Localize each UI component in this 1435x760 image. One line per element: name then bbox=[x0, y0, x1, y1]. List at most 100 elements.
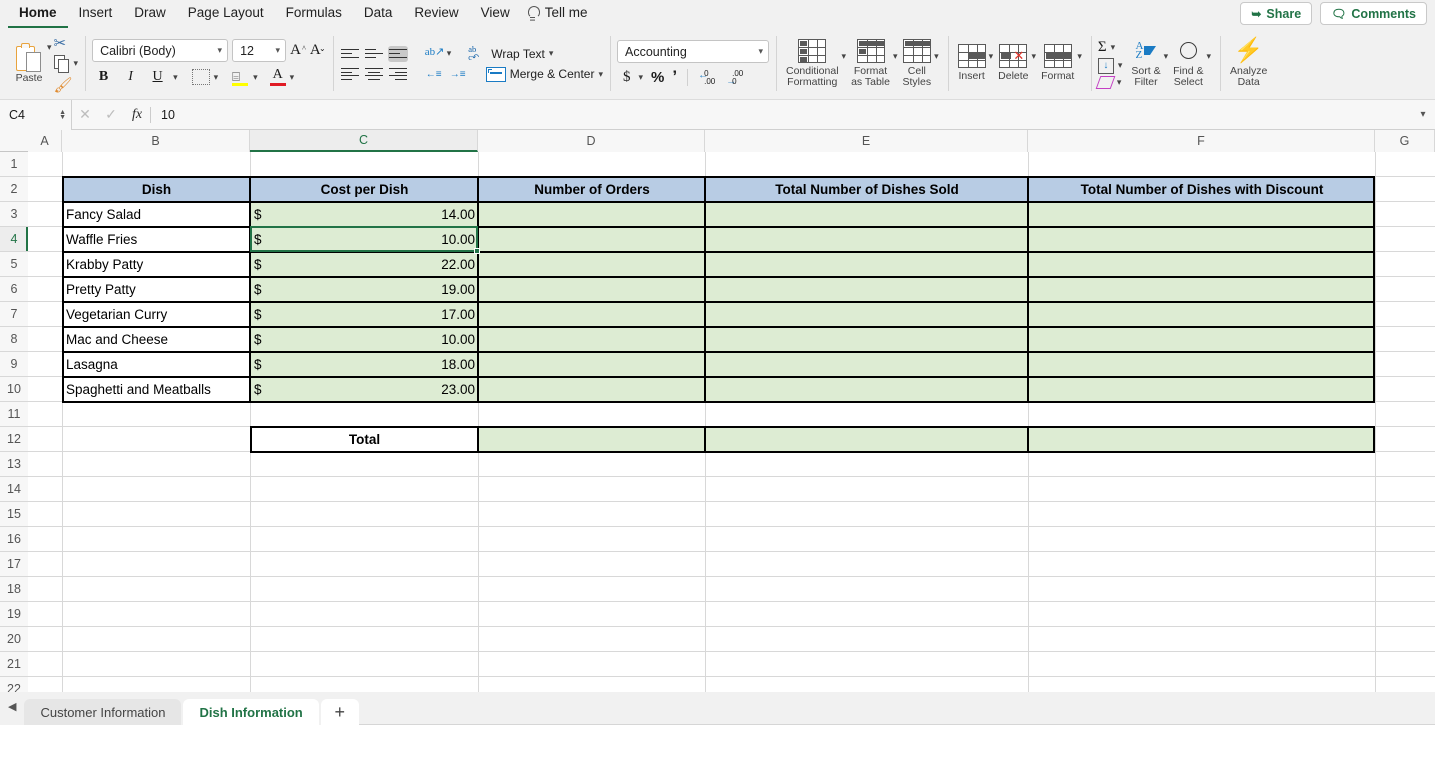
sort-filter-dropdown-icon[interactable]: ▾ bbox=[1164, 52, 1169, 61]
cell-d12-total-orders[interactable] bbox=[479, 427, 705, 451]
cell-f8-discount[interactable] bbox=[1029, 327, 1375, 351]
row-header-20[interactable]: 20 bbox=[0, 627, 28, 652]
underline-dropdown-icon[interactable]: ▾ bbox=[173, 72, 178, 82]
column-header-e[interactable]: E bbox=[705, 130, 1028, 152]
cell-f2-discount-header[interactable]: Total Number of Dishes with Discount bbox=[1029, 177, 1375, 201]
formula-input[interactable]: 10 bbox=[151, 108, 1411, 122]
cell-e6-sold[interactable] bbox=[706, 277, 1028, 301]
cell-e7-sold[interactable] bbox=[706, 302, 1028, 326]
italic-button[interactable]: I bbox=[119, 66, 142, 88]
cell-b2-dish-header[interactable]: Dish bbox=[63, 177, 250, 201]
expand-formula-bar-icon[interactable]: ▾ bbox=[1411, 109, 1435, 120]
analyze-data-button[interactable]: ⚡ Analyze Data bbox=[1227, 28, 1270, 99]
cell-e4-sold[interactable] bbox=[706, 227, 1028, 251]
horizontal-scrollbar[interactable] bbox=[0, 724, 1435, 725]
row-header-5[interactable]: 5 bbox=[0, 252, 28, 277]
row-header-21[interactable]: 21 bbox=[0, 652, 28, 677]
cell-styles-dropdown-icon[interactable]: ▾ bbox=[934, 52, 939, 61]
cell-f6-discount[interactable] bbox=[1029, 277, 1375, 301]
row-header-8[interactable]: 8 bbox=[0, 327, 28, 352]
align-right-button[interactable] bbox=[388, 66, 408, 82]
ribbon-tab-data[interactable]: Data bbox=[353, 0, 404, 28]
fill-color-icon[interactable]: ⌸ bbox=[232, 68, 249, 86]
cell-e2-sold-header[interactable]: Total Number of Dishes Sold bbox=[706, 177, 1028, 201]
cell-d3-orders[interactable] bbox=[479, 202, 705, 226]
cell-d6-orders[interactable] bbox=[479, 277, 705, 301]
cell-e9-sold[interactable] bbox=[706, 352, 1028, 376]
ribbon-tab-home[interactable]: Home bbox=[8, 0, 68, 28]
ribbon-tab-view[interactable]: View bbox=[470, 0, 521, 28]
orientation-icon[interactable]: ab↗ bbox=[425, 45, 445, 62]
merge-center-dropdown-icon[interactable]: ▾ bbox=[598, 69, 603, 79]
row-header-6[interactable]: 6 bbox=[0, 277, 28, 302]
cell-c12-total-label[interactable]: Total bbox=[251, 427, 478, 451]
decrease-indent-button[interactable]: ←≡ bbox=[425, 66, 445, 82]
cell-e10-sold[interactable] bbox=[706, 377, 1028, 401]
row-header-14[interactable]: 14 bbox=[0, 477, 28, 502]
row-header-7[interactable]: 7 bbox=[0, 302, 28, 327]
autosum-icon[interactable]: Σ bbox=[1098, 39, 1107, 56]
cell-f3-discount[interactable] bbox=[1029, 202, 1375, 226]
fill-icon[interactable]: ↓ bbox=[1097, 57, 1114, 74]
cell-c7-cost[interactable]: $17.00 bbox=[251, 302, 478, 326]
ribbon-tab-review[interactable]: Review bbox=[403, 0, 469, 28]
decrease-decimal-button[interactable]: .00 → 0 bbox=[726, 69, 746, 85]
row-header-10[interactable]: 10 bbox=[0, 377, 28, 402]
cell-f7-discount[interactable] bbox=[1029, 302, 1375, 326]
cell-f5-discount[interactable] bbox=[1029, 252, 1375, 276]
cell-c4-cost[interactable]: $10.00 bbox=[251, 227, 478, 251]
cell-c6-cost[interactable]: $19.00 bbox=[251, 277, 478, 301]
cell-d8-orders[interactable] bbox=[479, 327, 705, 351]
fill-color-dropdown-icon[interactable]: ▾ bbox=[253, 72, 258, 82]
copy-dropdown-icon[interactable]: ▾ bbox=[74, 59, 79, 68]
row-header-9[interactable]: 9 bbox=[0, 352, 28, 377]
sort-filter-button[interactable]: AZ Sort & Filter bbox=[1128, 28, 1163, 99]
row-header-11[interactable]: 11 bbox=[0, 402, 28, 427]
increase-indent-button[interactable]: →≡ bbox=[449, 66, 469, 82]
cell-b5-dish-name[interactable]: Krabby Patty bbox=[63, 252, 250, 276]
bold-button[interactable]: B bbox=[92, 66, 115, 88]
confirm-edit-icon[interactable]: ✓ bbox=[98, 106, 124, 123]
cell-e3-sold[interactable] bbox=[706, 202, 1028, 226]
row-header-15[interactable]: 15 bbox=[0, 502, 28, 527]
row-header-18[interactable]: 18 bbox=[0, 577, 28, 602]
clear-icon[interactable] bbox=[1095, 75, 1116, 89]
row-header-4[interactable]: 4 bbox=[0, 227, 28, 252]
insert-function-icon[interactable]: fx bbox=[124, 107, 150, 123]
increase-font-size-button[interactable]: A ^ bbox=[290, 42, 306, 59]
cell-b4-dish-name[interactable]: Waffle Fries bbox=[63, 227, 250, 251]
autosum-dropdown-icon[interactable]: ▾ bbox=[1111, 42, 1116, 52]
row-header-13[interactable]: 13 bbox=[0, 452, 28, 477]
percent-style-button[interactable]: % bbox=[651, 69, 664, 86]
decrease-font-size-button[interactable]: A ⌄ bbox=[310, 42, 326, 59]
number-format-select[interactable]: Accounting ▾ bbox=[616, 40, 769, 63]
cell-b9-dish-name[interactable]: Lasagna bbox=[63, 352, 250, 376]
share-button[interactable]: ➥ Share bbox=[1240, 2, 1313, 25]
cell-d2-orders-header[interactable]: Number of Orders bbox=[479, 177, 705, 201]
cancel-edit-icon[interactable]: ✕ bbox=[72, 106, 98, 123]
row-header-19[interactable]: 19 bbox=[0, 602, 28, 627]
font-size-select[interactable]: 12 ▾ bbox=[232, 39, 287, 62]
cut-icon[interactable]: ✂ bbox=[54, 34, 67, 52]
align-bottom-button[interactable] bbox=[387, 45, 408, 62]
ribbon-tab-insert[interactable]: Insert bbox=[68, 0, 124, 28]
insert-dropdown-icon[interactable]: ▾ bbox=[989, 52, 994, 61]
format-painter-icon[interactable]: 🖌 bbox=[54, 76, 73, 94]
font-color-dropdown-icon[interactable]: ▾ bbox=[290, 72, 295, 82]
cell-f9-discount[interactable] bbox=[1029, 352, 1375, 376]
cell-d5-orders[interactable] bbox=[479, 252, 705, 276]
underline-button[interactable]: U bbox=[146, 66, 169, 88]
ribbon-tab-page-layout[interactable]: Page Layout bbox=[177, 0, 275, 28]
cell-b7-dish-name[interactable]: Vegetarian Curry bbox=[63, 302, 250, 326]
tell-me-search[interactable]: Tell me bbox=[527, 0, 599, 28]
font-color-icon[interactable]: A bbox=[269, 68, 286, 86]
format-as-table-button[interactable]: Format as Table bbox=[848, 28, 893, 99]
cell-c3-cost[interactable]: $14.00 bbox=[251, 202, 478, 226]
column-header-d[interactable]: D bbox=[478, 130, 705, 152]
delete-dropdown-icon[interactable]: ▾ bbox=[1032, 52, 1037, 61]
align-top-button[interactable] bbox=[340, 46, 360, 62]
clear-dropdown-icon[interactable]: ▾ bbox=[1117, 77, 1122, 87]
font-name-select[interactable]: Calibri (Body) ▾ bbox=[92, 39, 229, 62]
ribbon-tab-draw[interactable]: Draw bbox=[123, 0, 177, 28]
format-cells-button[interactable]: Format bbox=[1038, 28, 1077, 99]
